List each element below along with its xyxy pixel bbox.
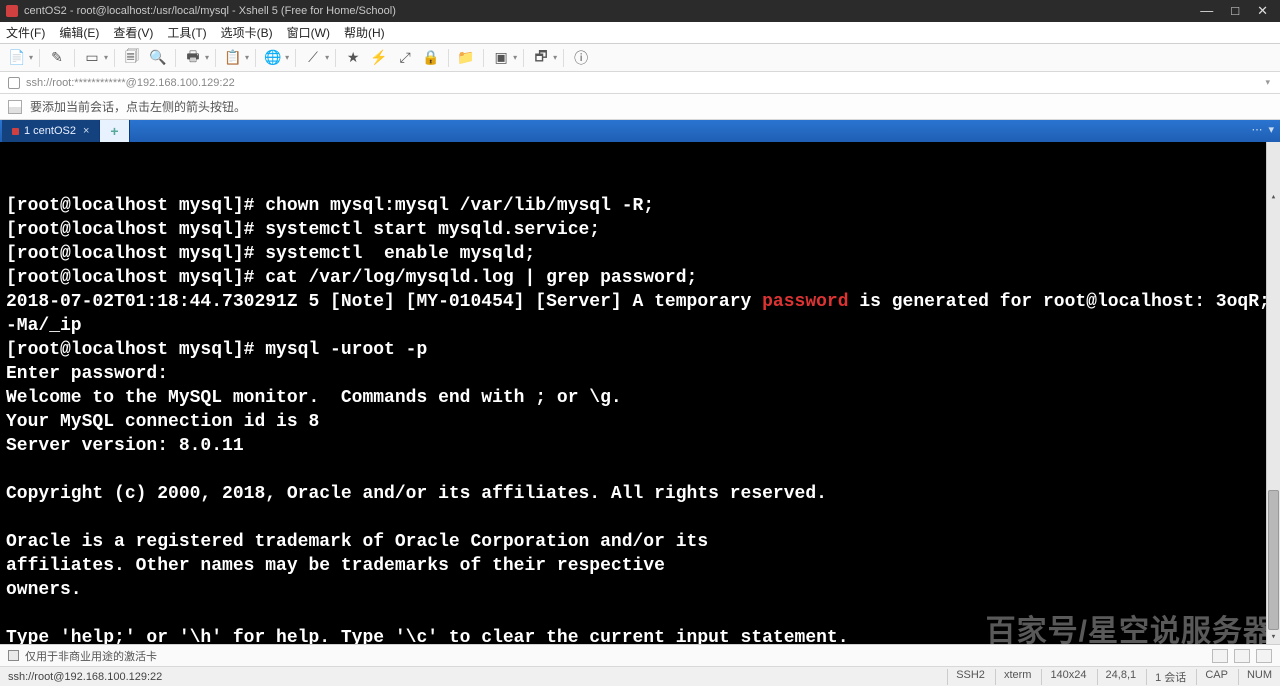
tab-close-icon[interactable]: × <box>83 125 89 137</box>
status-bar: ssh://root@192.168.100.129:22 SSH2 xterm… <box>0 666 1280 686</box>
scroll-thumb[interactable] <box>1268 490 1279 630</box>
license-text: 仅用于非商业用途的激活卡 <box>25 648 157 664</box>
session-status-icon <box>12 128 19 135</box>
bookmark-bar-icon[interactable] <box>8 100 22 114</box>
watermark-text: 百家号/星空说服务器 <box>986 620 1274 644</box>
home-icon[interactable] <box>8 77 20 89</box>
terminal-scrollbar[interactable]: ▴ ▾ <box>1266 142 1280 644</box>
bottom-btn-3[interactable] <box>1256 649 1272 663</box>
menu-bar: 文件(F) 编辑(E) 查看(V) 工具(T) 选项卡(B) 窗口(W) 帮助(… <box>0 22 1280 44</box>
menu-window[interactable]: 窗口(W) <box>287 24 330 41</box>
status-protocol: SSH2 <box>947 669 985 685</box>
plus-icon: + <box>110 123 118 139</box>
status-connection: ssh://root@192.168.100.129:22 <box>8 671 162 683</box>
scroll-up-icon[interactable]: ▴ <box>1267 190 1280 204</box>
maximize-button[interactable]: □ <box>1231 3 1239 19</box>
menu-file[interactable]: 文件(F) <box>6 24 45 41</box>
bottom-btn-2[interactable] <box>1234 649 1250 663</box>
minimize-button[interactable]: — <box>1200 3 1213 19</box>
address-bar[interactable]: ssh://root:************@192.168.100.129:… <box>0 72 1280 94</box>
folder-icon[interactable]: 📁 <box>455 47 477 69</box>
info-text: 要添加当前会话，点击左侧的箭头按钮。 <box>30 98 246 115</box>
menu-view[interactable]: 查看(V) <box>113 24 153 41</box>
copy-icon[interactable]: 🗐 <box>121 47 143 69</box>
menu-help[interactable]: 帮助(H) <box>344 24 385 41</box>
status-dimensions: 140x24 <box>1041 669 1086 685</box>
app-icon <box>6 5 18 17</box>
window-titlebar: centOS2 - root@localhost:/usr/local/mysq… <box>0 0 1280 22</box>
new-tab-button[interactable]: + <box>100 120 129 142</box>
status-termtype: xterm <box>995 669 1032 685</box>
print-icon[interactable]: 🖶 <box>182 47 204 69</box>
scroll-down-icon[interactable]: ▾ <box>1267 630 1280 644</box>
tab-label: 1 centOS2 <box>24 125 76 137</box>
status-cursor-pos: 24,8,1 <box>1097 669 1137 685</box>
info-bar: 要添加当前会话，点击左侧的箭头按钮。 <box>0 94 1280 120</box>
tab-dropdown-icon[interactable]: ▾ <box>1268 123 1274 136</box>
lock-icon[interactable]: 🔒 <box>420 47 442 69</box>
menu-tabs[interactable]: 选项卡(B) <box>221 24 273 41</box>
font-icon[interactable]: 🗗 <box>530 47 552 69</box>
close-button[interactable]: ✕ <box>1257 3 1268 19</box>
properties-icon[interactable]: 📋 <box>222 47 244 69</box>
session-tab-1[interactable]: 1 centOS2 × <box>2 120 100 142</box>
license-icon <box>8 650 19 661</box>
status-numlock: NUM <box>1238 669 1272 685</box>
bottom-info-bar: 仅用于非商业用途的激活卡 <box>0 644 1280 666</box>
menu-tools[interactable]: 工具(T) <box>167 24 206 41</box>
bottom-btn-1[interactable] <box>1212 649 1228 663</box>
transfer-icon[interactable]: ▣ <box>490 47 512 69</box>
search-icon[interactable]: 🔍 <box>147 47 169 69</box>
globe-icon[interactable]: 🌐 <box>262 47 284 69</box>
terminal-pane[interactable]: [root@localhost mysql]# chown mysql:mysq… <box>0 142 1280 644</box>
session-tab-strip: 1 centOS2 × + ⋯ ▾ <box>0 120 1280 142</box>
run-icon[interactable]: ⚡ <box>368 47 390 69</box>
status-session-count: 1 会话 <box>1146 669 1186 685</box>
bookmark-icon[interactable]: ★ <box>342 47 364 69</box>
open-icon[interactable]: ▭ <box>81 47 103 69</box>
highlight-icon[interactable]: ⟋ <box>302 47 324 69</box>
status-capslock: CAP <box>1196 669 1228 685</box>
window-title: centOS2 - root@localhost:/usr/local/mysq… <box>24 5 1200 17</box>
tab-menu-icon[interactable]: ⋯ <box>1251 123 1262 136</box>
address-text: ssh://root:************@192.168.100.129:… <box>26 77 235 89</box>
new-session-icon[interactable]: 📄 <box>6 47 28 69</box>
fullscreen-icon[interactable]: ⤢ <box>394 47 416 69</box>
chevron-down-icon[interactable]: ▾ <box>1265 77 1270 88</box>
toolbar: 📄▾ ✎ ▭▾ 🗐 🔍 🖶▾ 📋▾ 🌐▾ ⟋▾ ★ ⚡ ⤢ 🔒 📁 ▣▾ 🗗▾ … <box>0 44 1280 72</box>
menu-edit[interactable]: 编辑(E) <box>59 24 99 41</box>
help-icon[interactable]: ⓘ <box>570 47 592 69</box>
reconnect-icon[interactable]: ✎ <box>46 47 68 69</box>
